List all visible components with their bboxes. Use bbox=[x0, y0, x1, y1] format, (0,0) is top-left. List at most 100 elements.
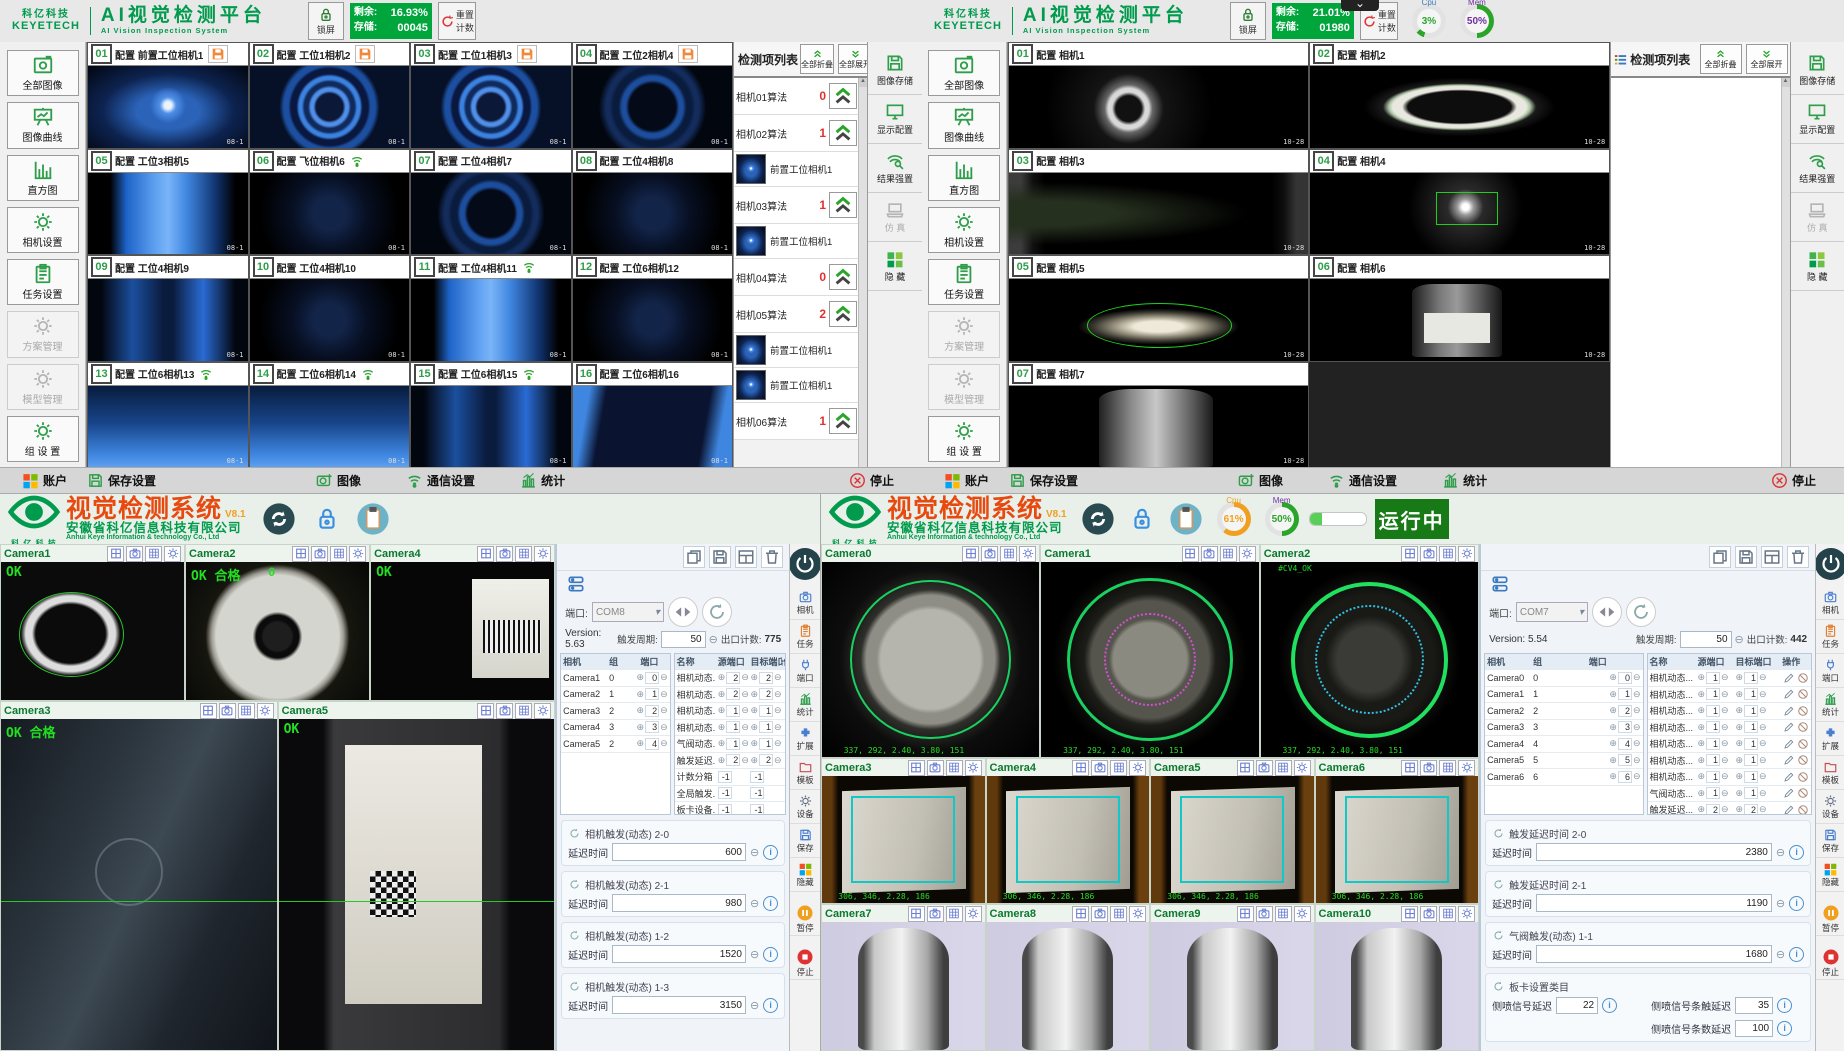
algorithm-row[interactable]: 相机02算法 1 bbox=[734, 115, 859, 152]
sync-icon[interactable] bbox=[1081, 502, 1115, 536]
camera-image[interactable]: 08-1 bbox=[250, 66, 410, 148]
edit-icon[interactable] bbox=[1783, 721, 1795, 733]
delete-icon[interactable] bbox=[1787, 546, 1809, 568]
power-button[interactable] bbox=[789, 548, 820, 580]
camera-config-button[interactable]: 07 配置 工位4相机7 bbox=[411, 150, 571, 173]
menu-button[interactable]: 隐藏 bbox=[790, 858, 820, 892]
clipboard-icon[interactable] bbox=[1169, 502, 1203, 536]
fullscreen-icon[interactable] bbox=[1237, 906, 1254, 922]
stop-button[interactable]: 停止 bbox=[849, 472, 894, 489]
disable-icon[interactable] bbox=[1797, 754, 1809, 766]
menu-button[interactable]: 端口 bbox=[790, 654, 820, 688]
menu-button[interactable]: 相机 bbox=[1816, 586, 1844, 620]
port-table-row[interactable]: 相机动态... 2 2 bbox=[675, 670, 786, 687]
camera-image[interactable]: #CV4_OK 337, 292, 2.40, 3.80, 151 bbox=[1261, 562, 1478, 757]
fullscreen-icon[interactable] bbox=[1401, 546, 1418, 562]
expand-all-button[interactable]: 全部展开 bbox=[1746, 44, 1788, 74]
camera-table-row[interactable]: Camera43 3 bbox=[561, 720, 669, 737]
settings-icon[interactable] bbox=[534, 703, 551, 719]
layout-icon[interactable] bbox=[1761, 546, 1783, 568]
port-table-row[interactable]: 相机动态... 1 1 bbox=[675, 703, 786, 720]
tool-button[interactable]: 图像存储 bbox=[1791, 46, 1844, 95]
copy-icon[interactable] bbox=[1709, 546, 1731, 568]
sidebar-button[interactable]: 模型管理 bbox=[928, 364, 1000, 410]
edit-icon[interactable] bbox=[1783, 705, 1795, 717]
tool-button[interactable]: 显示配置 bbox=[868, 95, 922, 144]
board-trigger-delay-input[interactable]: 35 bbox=[1735, 997, 1773, 1014]
camera-config-button[interactable]: 13 配置 工位6相机13 bbox=[88, 363, 248, 386]
snapshot-icon[interactable] bbox=[927, 906, 944, 922]
refresh-button[interactable] bbox=[702, 597, 732, 627]
tool-button[interactable]: 仿 真 bbox=[1791, 193, 1844, 242]
camera-config-button[interactable]: 06 配置 相机6 bbox=[1310, 256, 1609, 279]
camera-image[interactable]: OK 合格 0 bbox=[186, 562, 369, 700]
trigger-period-input[interactable]: 50 bbox=[661, 631, 706, 648]
save-icon[interactable] bbox=[355, 45, 375, 63]
disable-icon[interactable] bbox=[1797, 804, 1809, 815]
board-count-delay-input[interactable]: 100 bbox=[1735, 1020, 1773, 1037]
camera-config-button[interactable]: 03 配置 相机3 bbox=[1009, 150, 1308, 173]
tool-button[interactable]: 隐 藏 bbox=[1791, 242, 1844, 291]
port-table-row[interactable]: 触发延迟... 2 2 bbox=[675, 753, 786, 770]
camera-config-button[interactable]: 03 配置 工位1相机3 bbox=[411, 43, 571, 66]
fullscreen-icon[interactable] bbox=[477, 703, 494, 719]
disable-icon[interactable] bbox=[1797, 705, 1809, 717]
settings-icon[interactable] bbox=[1129, 906, 1146, 922]
edit-icon[interactable] bbox=[1783, 754, 1795, 766]
save-icon[interactable] bbox=[208, 45, 228, 63]
delete-icon[interactable] bbox=[761, 546, 783, 568]
sidebar-button[interactable]: 模型管理 bbox=[7, 364, 79, 410]
port-table-row[interactable]: 板卡设备... -1 -1 bbox=[675, 802, 786, 815]
snapshot-icon[interactable] bbox=[219, 703, 236, 719]
snapshot-icon[interactable] bbox=[927, 760, 944, 776]
camera-table-row[interactable]: Camera10 0 bbox=[561, 670, 669, 687]
minus-icon[interactable] bbox=[660, 705, 668, 716]
algorithm-row[interactable]: 相机04算法 0 bbox=[734, 259, 859, 296]
camera-image[interactable]: 08-1 bbox=[250, 386, 410, 468]
collapse-all-button[interactable]: 全部折叠 bbox=[800, 44, 834, 74]
camera-image[interactable]: 08-1 bbox=[411, 173, 571, 255]
minus-icon[interactable] bbox=[660, 722, 668, 733]
display-icon[interactable] bbox=[1439, 760, 1456, 776]
camera-config-button[interactable]: 02 配置 工位1相机2 bbox=[250, 43, 410, 66]
lock-screen-button[interactable]: 锁屏 bbox=[308, 2, 344, 40]
delay-input[interactable]: 980 bbox=[612, 894, 746, 912]
menu-button[interactable]: 端口 bbox=[1816, 654, 1844, 688]
power-button[interactable] bbox=[1815, 548, 1844, 580]
fullscreen-icon[interactable] bbox=[1072, 760, 1089, 776]
edit-icon[interactable] bbox=[1783, 771, 1795, 783]
pause-button[interactable]: 暂停 bbox=[790, 902, 820, 936]
tool-button[interactable]: 结果强置 bbox=[1791, 144, 1844, 193]
menu-button[interactable]: 隐藏 bbox=[1816, 858, 1844, 892]
clipboard-icon[interactable] bbox=[356, 502, 390, 536]
port-table-row[interactable]: 计数分箱 -1 -1 bbox=[675, 769, 786, 786]
minus-icon[interactable] bbox=[750, 846, 759, 859]
camera-config-button[interactable]: 01 配置 前置工位相机1 bbox=[88, 43, 248, 66]
sidebar-button[interactable]: 直方图 bbox=[7, 155, 79, 201]
menu-button[interactable]: 扩展 bbox=[1816, 722, 1844, 756]
thumbnail-row[interactable]: 前置工位相机1 bbox=[734, 333, 859, 368]
snapshot-icon[interactable] bbox=[1091, 760, 1108, 776]
port-table-row[interactable]: 相机动态... 1 1 bbox=[1648, 736, 1812, 753]
camera-table-row[interactable]: Camera00 0 bbox=[1485, 670, 1642, 687]
camera-image[interactable]: 306, 346, 2.28, 186 bbox=[1151, 776, 1314, 903]
menu-button[interactable]: 模板 bbox=[1816, 756, 1844, 790]
info-icon[interactable] bbox=[763, 845, 778, 860]
camera-table-row[interactable]: Camera32 2 bbox=[561, 703, 669, 720]
port-table-row[interactable]: 相机动态... 2 2 bbox=[675, 687, 786, 704]
camera-config-button[interactable]: 15 配置 工位6相机15 bbox=[411, 363, 571, 386]
algorithm-row[interactable]: 相机01算法 0 bbox=[734, 78, 859, 115]
fullscreen-icon[interactable] bbox=[908, 906, 925, 922]
minus-icon[interactable] bbox=[1776, 948, 1785, 961]
camera-image[interactable]: 08-1 bbox=[573, 279, 733, 361]
port-table-row[interactable]: 气阀动态... 1 1 bbox=[1648, 786, 1812, 803]
sidebar-button[interactable]: 直方图 bbox=[928, 155, 1000, 201]
display-icon[interactable] bbox=[238, 703, 255, 719]
refresh-button[interactable] bbox=[1626, 597, 1656, 627]
camera-image[interactable]: 10-28 bbox=[1310, 279, 1609, 361]
display-icon[interactable] bbox=[1275, 760, 1292, 776]
disable-icon[interactable] bbox=[1797, 738, 1809, 750]
camera-image[interactable]: 08-1 bbox=[88, 279, 248, 361]
algorithm-row[interactable]: 相机03算法 1 bbox=[734, 187, 859, 224]
camera-image[interactable]: 306, 346, 2.28, 186 bbox=[1316, 776, 1479, 903]
